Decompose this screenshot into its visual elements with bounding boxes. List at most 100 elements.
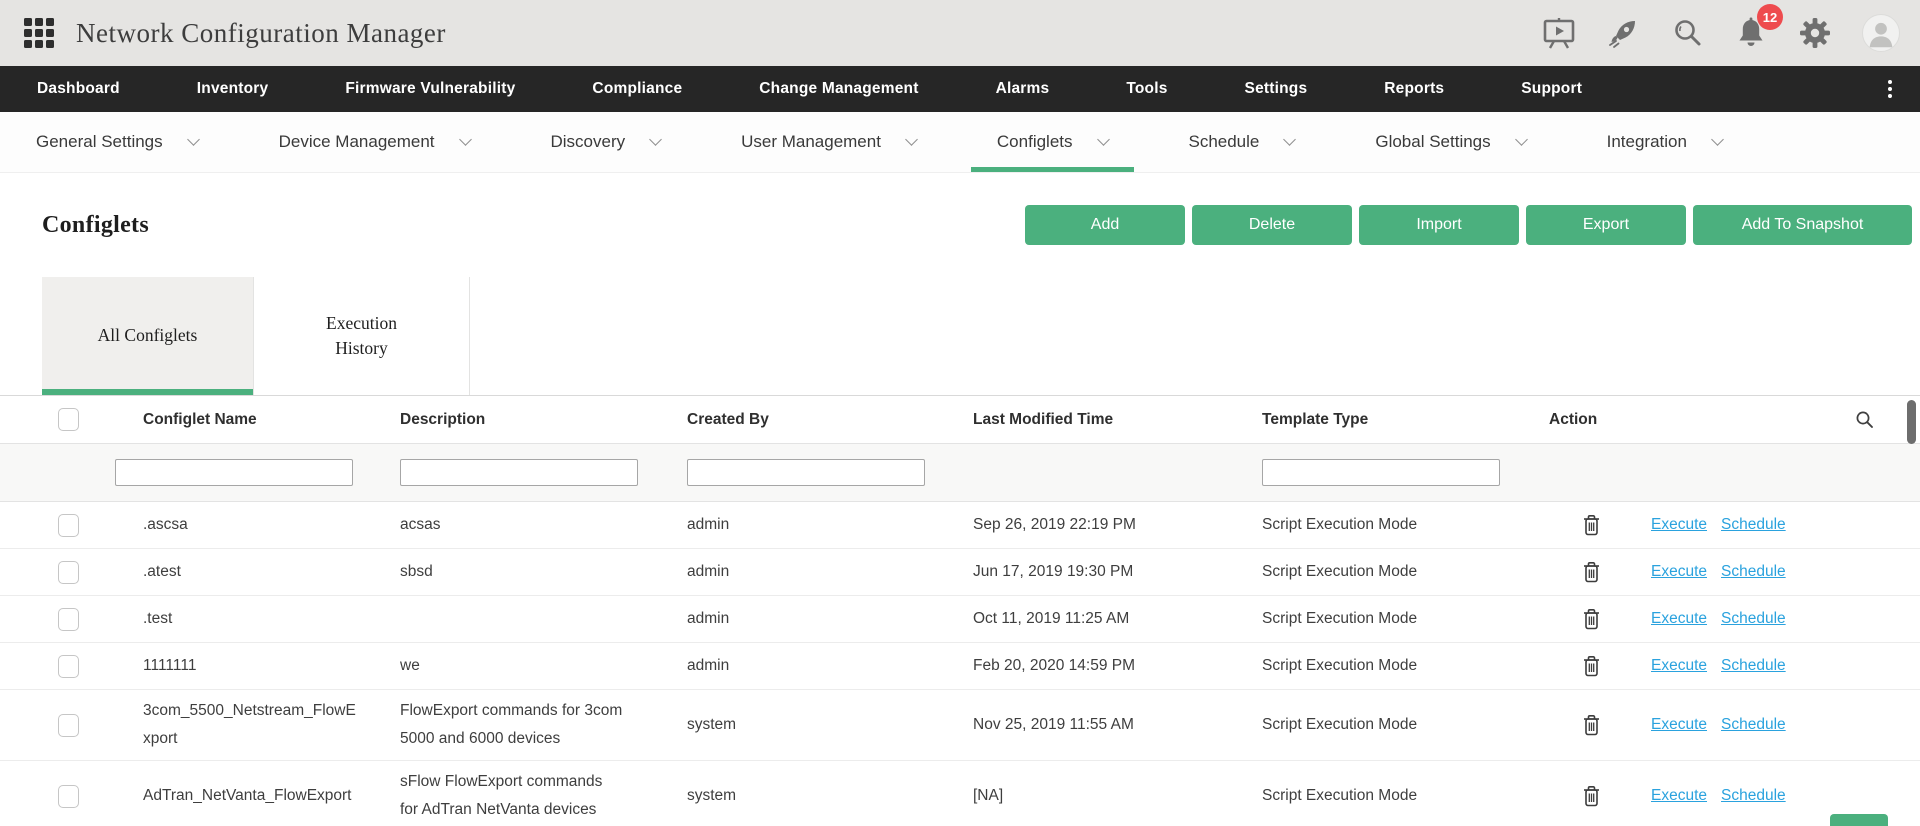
app-screen: Network Configuration Manager 12 Dashboa…: [0, 0, 1920, 826]
execute-link[interactable]: Execute: [1651, 563, 1707, 581]
trash-icon[interactable]: [1582, 514, 1601, 536]
template-type: Script Execution Mode: [1262, 657, 1418, 674]
nav-dashboard[interactable]: Dashboard: [37, 80, 120, 98]
row-checkbox[interactable]: [58, 513, 79, 537]
created-by: system: [687, 787, 737, 804]
subnav-general-settings[interactable]: General Settings: [10, 112, 224, 172]
filter-row: [0, 444, 1920, 502]
col-template-type[interactable]: Template Type: [1240, 411, 1527, 429]
nav-alarms[interactable]: Alarms: [996, 80, 1050, 98]
tab-execution-history[interactable]: Execution History: [253, 277, 470, 395]
configlet-description: acsas: [400, 516, 441, 534]
col-configlet-name[interactable]: Configlet Name: [121, 411, 378, 429]
filter-description-input[interactable]: [400, 459, 638, 486]
bottom-scroll-indicator[interactable]: [1830, 814, 1888, 826]
subnav-discovery[interactable]: Discovery: [525, 112, 687, 172]
nav-compliance[interactable]: Compliance: [592, 80, 682, 98]
schedule-link[interactable]: Schedule: [1721, 610, 1786, 628]
template-type: Script Execution Mode: [1262, 716, 1418, 733]
search-icon[interactable]: [1670, 16, 1704, 50]
table-row: AdTran_NetVanta_FlowExport sFlow FlowExp…: [0, 761, 1920, 826]
configlets-table: Configlet Name Description Created By La…: [0, 396, 1920, 826]
trash-icon[interactable]: [1582, 655, 1601, 677]
subnav-user-management[interactable]: User Management: [715, 112, 942, 172]
subnav-configlets[interactable]: Configlets: [970, 112, 1134, 172]
subnav-integration[interactable]: Integration: [1581, 112, 1748, 172]
last-modified-time: Sep 26, 2019 22:19 PM: [973, 516, 1136, 533]
secondary-nav: General Settings Device Management Disco…: [0, 112, 1920, 173]
trash-icon[interactable]: [1582, 561, 1601, 583]
nav-settings[interactable]: Settings: [1245, 80, 1308, 98]
trash-icon[interactable]: [1582, 608, 1601, 630]
gear-icon[interactable]: [1798, 16, 1832, 50]
table-row: .ascsa acsas admin Sep 26, 2019 22:19 PM…: [0, 502, 1920, 549]
col-description[interactable]: Description: [378, 411, 665, 429]
col-last-modified-time[interactable]: Last Modified Time: [951, 411, 1240, 429]
template-type: Script Execution Mode: [1262, 516, 1418, 533]
chevron-down-icon: [186, 133, 200, 146]
configlet-name: .test: [143, 610, 173, 628]
configlet-description: sbsd: [400, 563, 433, 581]
table-row: .atest sbsd admin Jun 17, 2019 19:30 PM …: [0, 549, 1920, 596]
col-action: Action: [1549, 410, 1598, 428]
primary-nav: Dashboard Inventory Firmware Vulnerabili…: [0, 66, 1920, 112]
created-by: system: [687, 716, 737, 733]
add-to-snapshot-button[interactable]: Add To Snapshot: [1693, 205, 1912, 245]
subnav-device-management[interactable]: Device Management: [253, 112, 496, 172]
execute-link[interactable]: Execute: [1651, 716, 1707, 734]
row-checkbox[interactable]: [58, 607, 79, 631]
select-all-checkbox[interactable]: [58, 408, 79, 431]
import-button[interactable]: Import: [1359, 205, 1519, 245]
schedule-link[interactable]: Schedule: [1721, 787, 1786, 805]
row-checkbox[interactable]: [58, 713, 79, 737]
avatar[interactable]: [1862, 14, 1900, 52]
execute-link[interactable]: Execute: [1651, 516, 1707, 534]
apps-grid-icon[interactable]: [24, 18, 54, 48]
col-created-by[interactable]: Created By: [665, 411, 951, 429]
table-search-icon[interactable]: [1855, 410, 1874, 429]
chevron-down-icon: [1283, 133, 1297, 146]
subnav-schedule[interactable]: Schedule: [1162, 112, 1320, 172]
subnav-global-settings[interactable]: Global Settings: [1349, 112, 1551, 172]
row-checkbox[interactable]: [58, 784, 79, 808]
nav-reports[interactable]: Reports: [1384, 80, 1444, 98]
schedule-link[interactable]: Schedule: [1721, 563, 1786, 581]
created-by: admin: [687, 563, 730, 580]
nav-tools[interactable]: Tools: [1126, 80, 1167, 98]
more-vertical-icon[interactable]: [1882, 76, 1898, 102]
top-header: Network Configuration Manager 12: [0, 0, 1920, 66]
tab-all-configlets[interactable]: All Configlets: [42, 277, 253, 395]
trash-icon[interactable]: [1582, 714, 1601, 736]
notification-badge[interactable]: 12: [1757, 4, 1783, 30]
delete-button[interactable]: Delete: [1192, 205, 1352, 245]
nav-firmware-vulnerability[interactable]: Firmware Vulnerability: [345, 80, 515, 98]
row-checkbox[interactable]: [58, 654, 79, 678]
bell-icon[interactable]: 12: [1734, 4, 1783, 50]
configlet-name: 1111111: [143, 657, 197, 675]
chevron-down-icon: [1711, 133, 1724, 146]
execute-link[interactable]: Execute: [1651, 657, 1707, 675]
vertical-scrollbar-thumb[interactable]: [1907, 400, 1916, 444]
filter-template-type-input[interactable]: [1262, 459, 1500, 486]
table-row: 3com_5500_Netstream_FlowExport FlowExpor…: [0, 690, 1920, 761]
filter-created-by-input[interactable]: [687, 459, 925, 486]
execute-link[interactable]: Execute: [1651, 610, 1707, 628]
nav-inventory[interactable]: Inventory: [197, 80, 269, 98]
rocket-icon[interactable]: [1606, 16, 1640, 50]
last-modified-time: Jun 17, 2019 19:30 PM: [973, 563, 1134, 580]
schedule-link[interactable]: Schedule: [1721, 716, 1786, 734]
schedule-link[interactable]: Schedule: [1721, 516, 1786, 534]
trash-icon[interactable]: [1582, 785, 1601, 807]
execute-link[interactable]: Execute: [1651, 787, 1707, 805]
add-button[interactable]: Add: [1025, 205, 1185, 245]
export-button[interactable]: Export: [1526, 205, 1686, 245]
filter-configlet-name-input[interactable]: [115, 459, 353, 486]
nav-change-management[interactable]: Change Management: [759, 80, 918, 98]
configlet-name: .atest: [143, 563, 181, 581]
presentation-play-icon[interactable]: [1542, 16, 1576, 50]
nav-support[interactable]: Support: [1521, 80, 1582, 98]
table-row: .test admin Oct 11, 2019 11:25 AM Script…: [0, 596, 1920, 643]
schedule-link[interactable]: Schedule: [1721, 657, 1786, 675]
row-checkbox[interactable]: [58, 560, 79, 584]
page-actions: Add Delete Import Export Add To Snapshot: [1025, 205, 1912, 245]
